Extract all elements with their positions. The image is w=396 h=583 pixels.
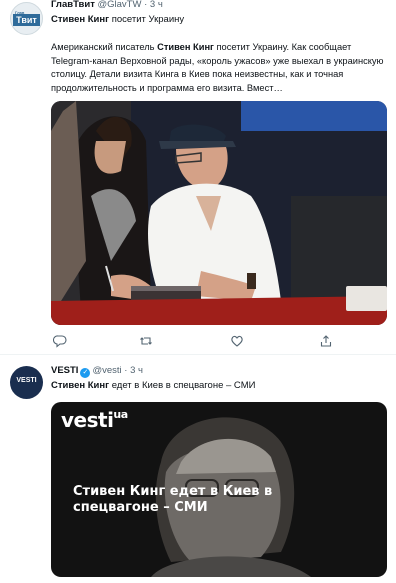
author-handle[interactable]: @GlavTW — [98, 0, 142, 10]
reply-icon[interactable] — [53, 334, 67, 348]
vesti-logo: vestiua — [61, 408, 128, 432]
tweet-time[interactable]: · 3 ч — [144, 0, 163, 10]
body-bold: Стивен Кинг — [157, 42, 214, 52]
tweet-actions — [51, 334, 351, 348]
tweet-time[interactable]: · 3 ч — [124, 365, 143, 376]
tweet-photo[interactable] — [51, 101, 387, 325]
verified-badge-icon: ✓ — [80, 368, 91, 378]
tweet-text: Американский писатель Стивен Кинг посети… — [51, 41, 387, 95]
avatar[interactable]: VESTI — [10, 366, 43, 399]
tweet-headline: Стивен Кинг едет в Киев в спецвагоне – С… — [51, 380, 255, 391]
headline-bold: Стивен Кинг — [51, 14, 110, 25]
author-handle[interactable]: @vesti — [92, 365, 121, 376]
tweet-glavtvit[interactable]: Глав Твит ГлавТвит @GlavTW · 3 ч Стивен … — [0, 0, 396, 354]
vesti-logo-suffix: ua — [113, 408, 128, 421]
timeline: Глав Твит ГлавТвит @GlavTW · 3 ч Стивен … — [0, 0, 396, 583]
tweet-divider — [0, 354, 396, 355]
headline-rest: едет в Киев в спецвагоне – СМИ — [109, 380, 256, 391]
avatar-text: Твит — [13, 14, 40, 26]
stephen-king-signing-photo — [51, 101, 387, 325]
retweet-icon[interactable] — [139, 334, 153, 348]
tweet-header: ГлавТвит @GlavTW · 3 ч — [51, 0, 163, 10]
tweet-headline: Стивен Кинг посетит Украину — [51, 14, 184, 25]
media-headline: Стивен Кинг едет в Киев в спецвагоне – С… — [73, 484, 273, 515]
avatar[interactable]: Глав Твит — [10, 2, 43, 35]
tweet-photo[interactable]: vestiua Стивен Кинг едет в Киев в спецва… — [51, 402, 387, 577]
share-icon[interactable] — [319, 334, 333, 348]
like-icon[interactable] — [230, 334, 244, 348]
vesti-logo-text: vesti — [61, 408, 114, 432]
headline-rest: посетит Украину — [109, 14, 185, 25]
author-name[interactable]: VESTI — [51, 365, 78, 376]
headline-bold: Стивен Кинг — [51, 380, 110, 391]
tweet-vesti[interactable]: VESTI VESTI ✓ @vesti · 3 ч Стивен Кинг еде… — [0, 356, 396, 583]
avatar-text: VESTI — [16, 377, 37, 384]
tweet-header: VESTI ✓ @vesti · 3 ч — [51, 365, 143, 378]
body-pre: Американский писатель — [51, 42, 158, 52]
author-name[interactable]: ГлавТвит — [51, 0, 95, 10]
